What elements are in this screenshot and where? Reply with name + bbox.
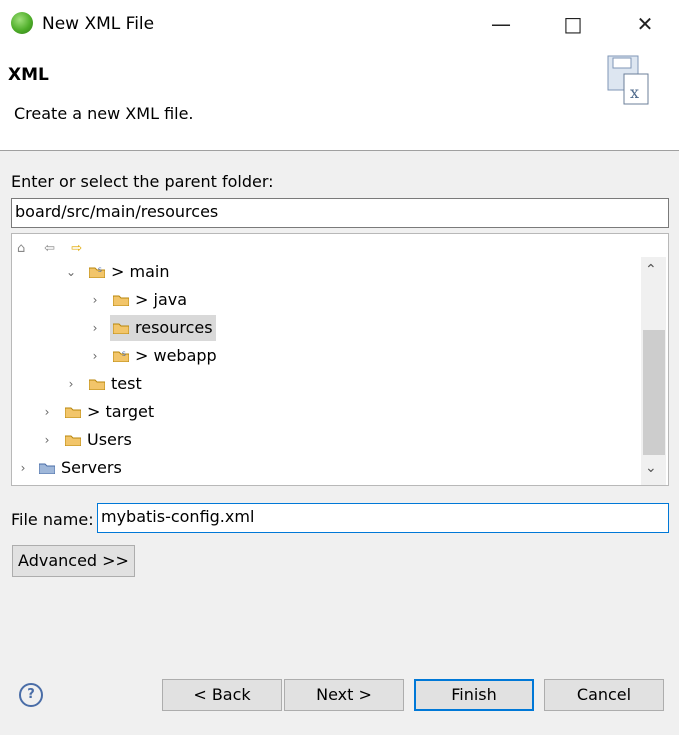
page-description: Create a new XML file. [14,104,194,123]
file-name-label: File name: [11,510,94,529]
svg-text:S: S [122,351,126,358]
tree-item-label: Users [87,430,132,449]
source-folder-icon: S [89,267,105,278]
svg-text:S: S [98,267,102,274]
tree-item-label: > target [87,402,155,421]
folder-icon [65,435,81,446]
tree-item-label: > java [135,290,188,309]
help-icon[interactable]: ? [19,683,43,707]
page-title: XML [8,65,49,85]
window-title: New XML File [42,14,155,34]
cancel-button[interactable]: Cancel [544,679,664,711]
wizard-header [0,48,679,151]
svg-text:x: x [630,83,639,102]
back-arrow-icon[interactable]: ⇦ [44,242,58,256]
tree-item-label: resources [135,318,213,337]
file-name-input[interactable]: mybatis-config.xml [97,503,669,533]
tree-item-label: Servers [61,458,122,477]
chevron-down-icon[interactable]: ⌄ [65,259,77,285]
finish-button[interactable]: Finish [414,679,534,711]
tree-item-label: > webapp [135,346,217,365]
folder-icon [65,407,81,418]
scroll-down-icon[interactable]: ⌄ [645,460,657,476]
advanced-button[interactable]: Advanced >> [12,545,135,577]
eclipse-app-icon [11,12,33,34]
chevron-right-icon[interactable]: › [17,455,29,481]
maximize-icon[interactable]: □ [554,8,592,40]
chevron-right-icon[interactable]: › [89,315,101,341]
folder-icon [89,379,105,390]
folder-icon [113,295,129,306]
xml-file-wizard-icon: x [607,55,649,105]
folder-icon [113,323,129,334]
close-icon[interactable]: ✕ [626,8,664,40]
chevron-right-icon[interactable]: › [89,287,101,313]
next-button[interactable]: Next > [284,679,404,711]
tree-item-label: test [111,374,142,393]
scroll-up-icon[interactable]: ⌃ [645,262,657,278]
chevron-right-icon[interactable]: › [41,399,53,425]
chevron-right-icon[interactable]: › [65,371,77,397]
tree-item-label: > main [111,262,170,281]
chevron-right-icon[interactable]: › [41,427,53,453]
chevron-right-icon[interactable]: › [89,343,101,369]
open-folder-icon [39,463,55,474]
minimize-icon[interactable]: — [482,8,520,40]
parent-folder-label: Enter or select the parent folder: [11,172,274,191]
source-folder-icon: S [113,351,129,362]
forward-arrow-icon[interactable]: ⇨ [71,242,85,256]
parent-folder-input[interactable]: board/src/main/resources [11,198,669,228]
scrollbar-thumb[interactable] [643,330,665,455]
back-button[interactable]: < Back [162,679,282,711]
home-icon[interactable]: ⌂ [17,242,31,256]
tree-toolbar: ⌂ ⇦ ⇨ [17,237,93,257]
